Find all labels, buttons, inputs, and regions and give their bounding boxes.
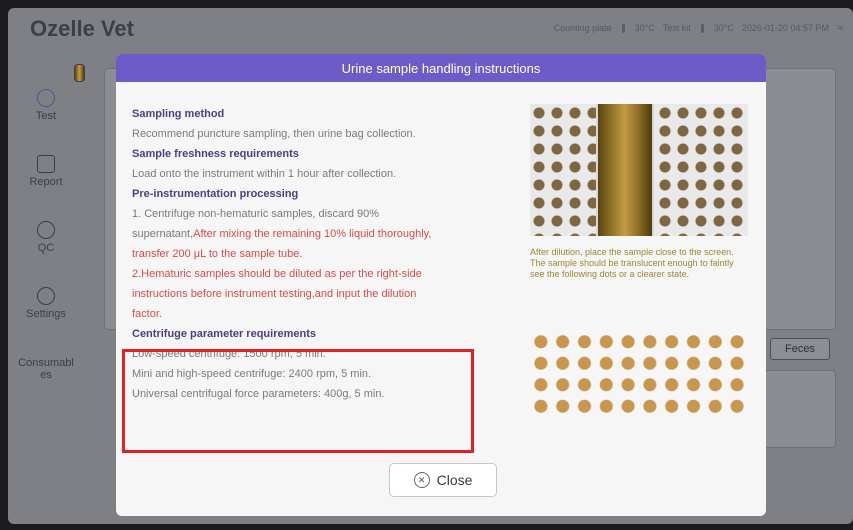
thermometer-icon <box>700 23 704 33</box>
sidebar-item-label: es <box>40 369 52 381</box>
test-icon <box>37 88 55 107</box>
warning-line: transfer 200 μL to the sample tube. <box>132 248 303 260</box>
app-title: Ozelle Vet <box>30 16 134 41</box>
section-heading: Pre-instrumentation processing <box>132 188 299 200</box>
sidebar-item-report[interactable]: Report <box>8 138 84 204</box>
dilution-note: After dilution, place the sample close t… <box>530 247 734 279</box>
section-heading: Sampling method <box>132 108 225 120</box>
sample-tube <box>596 104 654 236</box>
instruction-text: supernatant, <box>132 228 194 240</box>
sample-type-feces-button[interactable]: Feces <box>770 338 830 360</box>
reference-dots <box>530 331 748 417</box>
sidebar-item-label: Consumabl <box>18 357 74 369</box>
app-screen: Ozelle Vet Counting plate 30°C Test kit … <box>8 8 853 524</box>
section-heading: Centrifuge parameter requirements <box>132 328 316 340</box>
counting-plate-temp: 30°C <box>634 23 655 33</box>
warning-line: factor. <box>132 308 162 320</box>
settings-icon <box>37 286 55 305</box>
counting-plate-label: Counting plate <box>553 23 612 33</box>
instruction-line: Recommend puncture sampling, then urine … <box>132 128 416 140</box>
close-label: Close <box>436 472 473 488</box>
sidebar-item-settings[interactable]: Settings <box>8 270 84 336</box>
warning-text: After mixing the remaining 10% liquid th… <box>193 228 432 240</box>
report-icon <box>37 154 55 173</box>
sidebar-item-consumables[interactable]: Consumabl es <box>8 64 85 402</box>
sidebar-item-label: QC <box>37 241 55 254</box>
instructions-dialog: Urine sample handling instructions Sampl… <box>116 54 766 516</box>
top-bar: Ozelle Vet Counting plate 30°C Test kit … <box>8 8 853 52</box>
qc-icon <box>37 220 55 239</box>
sidebar-item-label: Test <box>35 109 57 122</box>
status-bar: Counting plate 30°C Test kit 30°C 2026-0… <box>554 22 843 34</box>
instruction-line: supernatant,After mixing the remaining 1… <box>132 224 512 244</box>
sidebar: Test Report QC Settings Consumabl es <box>8 64 85 402</box>
sidebar-item-test[interactable]: Test <box>8 72 84 138</box>
test-kit-label: Test kit <box>662 23 691 33</box>
instruction-line: 1. Centrifuge non-hematuric samples, dis… <box>132 208 380 220</box>
warning-line: instructions before instrument testing,a… <box>132 288 417 300</box>
sample-tube-photo <box>530 104 748 236</box>
centrifuge-highlight-box <box>122 349 474 453</box>
section-heading: Sample freshness requirements <box>132 148 299 160</box>
test-kit-temp: 30°C <box>713 23 734 33</box>
sidebar-item-label: Report <box>29 175 63 188</box>
wifi-icon: ≈ <box>836 22 843 34</box>
sidebar-item-label: Settings <box>26 307 66 320</box>
consumables-icon <box>74 64 85 82</box>
datetime: 2026-01-20 04:57 PM <box>741 23 829 33</box>
close-icon: ✕ <box>413 472 430 488</box>
warning-line: 2.Hematuric samples should be diluted as… <box>132 268 422 280</box>
close-button[interactable]: ✕ Close <box>389 463 497 497</box>
instruction-line: Load onto the instrument within 1 hour a… <box>132 168 397 180</box>
thermometer-icon <box>621 23 625 33</box>
dialog-title: Urine sample handling instructions <box>116 54 766 82</box>
sidebar-item-qc[interactable]: QC <box>8 204 84 270</box>
